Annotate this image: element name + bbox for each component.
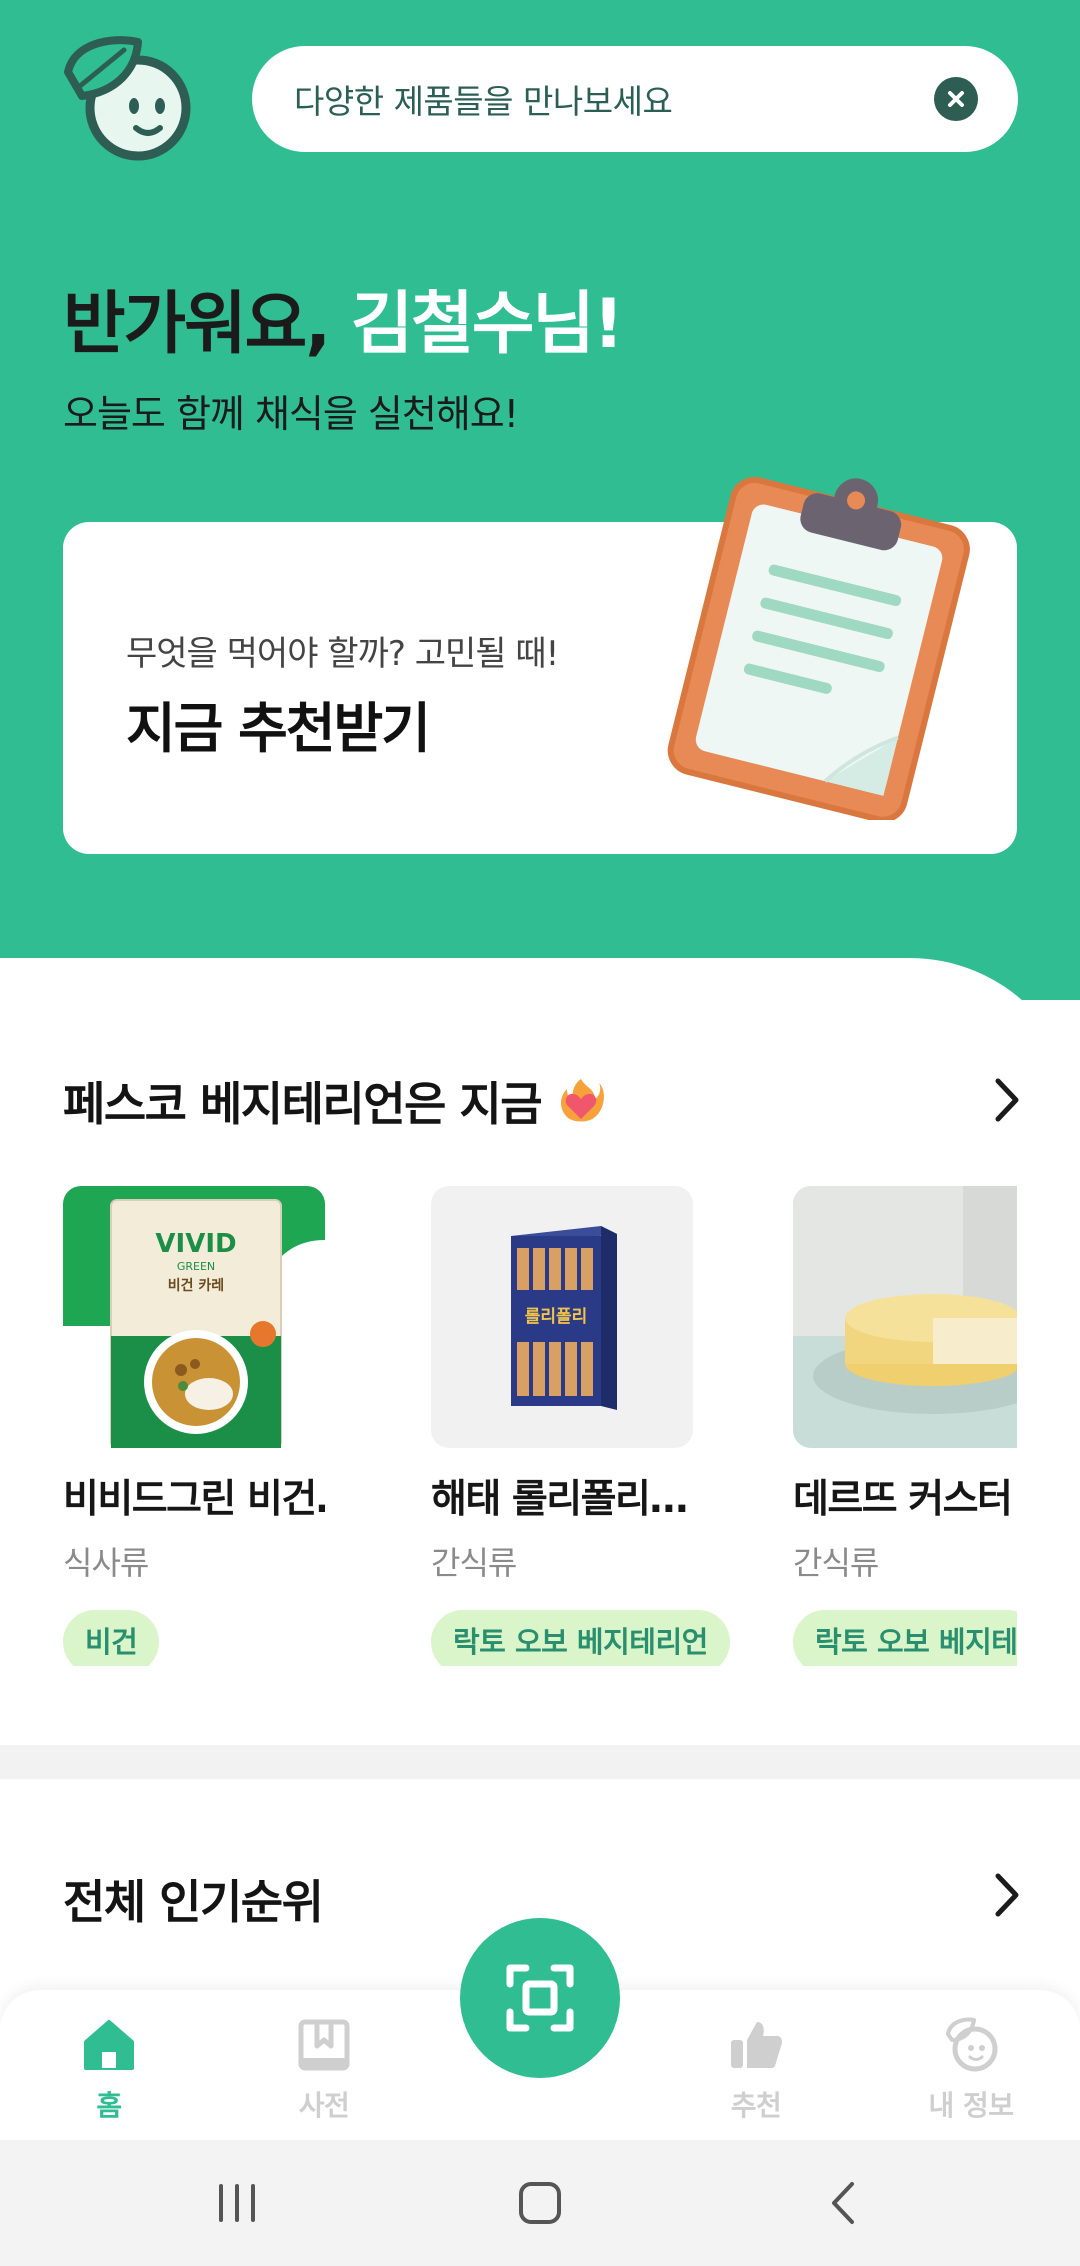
back-icon[interactable] [814,2178,874,2228]
greeting-subtitle: 오늘도 함께 채식을 실천해요! [63,392,519,436]
section-title-pesco: 페스코 베지테리언은 지금 [63,1068,607,1134]
section-divider [0,1745,1080,1779]
nav-item-home[interactable]: 홈 [29,2016,189,2124]
nav-item-recommend[interactable]: 추천 [676,2016,836,2124]
nav-item-myinfo[interactable]: 내 정보 [891,2016,1051,2124]
nav-label-recommend: 추천 [730,2089,782,2122]
product-category: 식사류 [63,1544,149,1582]
diet-tag: 락토 오보 베지테 [793,1610,1017,1666]
product-category: 간식류 [793,1544,879,1582]
home-button-icon[interactable] [510,2178,570,2228]
recent-apps-icon[interactable] [207,2178,267,2228]
nav-label-home: 홈 [96,2089,122,2122]
diet-tag: 비건 [63,1610,160,1666]
nav-label-dictionary: 사전 [298,2089,350,2122]
diet-tag: 락토 오보 베지테리언 [431,1610,730,1666]
package-label: 롤리폴리 [525,1307,588,1327]
product-card[interactable]: 롤리폴리 해태 롤리폴리… 간식류 락토 오보 베지테리언 [431,1186,730,1666]
clipboard-icon [667,476,970,820]
product-image[interactable] [793,1186,1017,1448]
chevron-right-icon[interactable] [990,1075,1024,1125]
product-category: 간식류 [431,1544,517,1582]
chevron-right-icon[interactable] [990,1870,1024,1920]
product-card[interactable]: 데르뜨 커스터 간식류 락토 오보 베지테 [793,1186,1017,1666]
recommend-subtitle: 무엇을 먹어야 할까? 고민될 때! [126,634,559,674]
product-name: 데르뜨 커스터 [793,1477,1013,1522]
app-logo-icon[interactable] [60,34,195,164]
scan-button[interactable] [460,1918,620,2078]
product-image[interactable]: 롤리폴리 [431,1186,693,1448]
nav-label-myinfo: 내 정보 [928,2089,1014,2122]
fire-heart-icon [561,1079,604,1122]
system-navigation-bar [0,2140,1080,2266]
package-brand: VIVID [155,1229,236,1259]
greeting-title: 반가워요, 김철수님! [63,268,624,367]
thumbs-up-icon [731,2022,782,2068]
search-placeholder[interactable]: 다양한 제품들을 만나보세요 [294,75,934,123]
recommend-title: 지금 추천받기 [126,697,431,760]
package-sub: GREEN [177,1260,215,1273]
user-name: 김철수님! [350,285,624,364]
nav-item-dictionary[interactable]: 사전 [244,2016,404,2124]
product-card[interactable]: VIVID GREEN 비건 카레 비비드그린 비건… 식사류 비건 [63,1186,325,1666]
section-title-text: 페스코 베지테리언은 지금 [63,1077,543,1131]
section-title-popular: 전체 인기순위 [63,1875,324,1929]
book-icon [298,2019,350,2071]
package-label: 비건 카레 [168,1277,224,1294]
clear-icon[interactable] [934,77,978,121]
product-name: 비비드그린 비건… [63,1477,325,1522]
home-icon [84,2020,134,2070]
product-image[interactable]: VIVID GREEN 비건 카레 [63,1186,325,1448]
greeting-prefix: 반가워요, [63,285,351,364]
product-carousel[interactable]: VIVID GREEN 비건 카레 비비드그린 비건… 식사류 비건 롤리폴리 … [63,1186,1017,1666]
search-bar[interactable]: 다양한 제품들을 만나보세요 [252,46,1018,152]
profile-icon [946,2017,998,2072]
product-name: 해태 롤리폴리… [431,1477,688,1522]
scan-icon [506,1964,574,2032]
